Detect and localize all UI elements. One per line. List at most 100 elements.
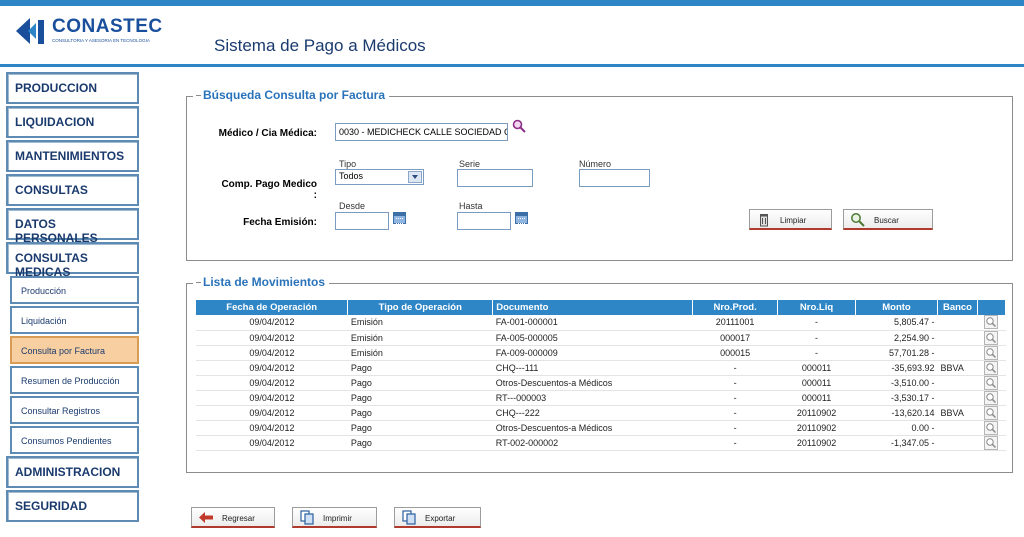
view-detail-icon[interactable] [984,390,999,405]
col-monto[interactable]: Monto [855,300,938,315]
medico-search-icon[interactable] [512,119,526,133]
numero-input[interactable] [579,169,650,187]
logo-text: CONASTEC [52,16,163,37]
view-detail-icon[interactable] [984,375,999,390]
cell-view [977,360,1006,376]
sidebar-item-produccion[interactable]: PRODUCCION [6,72,139,104]
hasta-calendar-icon[interactable] [515,212,528,224]
app-window: CONASTEC CONSULTORIA Y ASESORIA EN TECNO… [0,0,1024,537]
trash-icon [760,214,768,227]
cell-documento: FA-001-000001 [492,315,693,331]
cell-documento: CHQ---111 [492,360,693,376]
table-row[interactable]: 09/04/2012 Emisión FA-009-000009 000015-57,… [196,345,1006,361]
col-nro-prod[interactable]: Nro.Prod. [692,300,779,315]
cell-tipo: Pago [347,390,493,406]
cell-nro-liq: 20110902 [777,420,856,436]
col-fecha-operacion[interactable]: Fecha de Operación [196,300,349,315]
regresar-button[interactable]: Regresar [191,507,275,528]
view-detail-icon[interactable] [984,315,999,330]
exportar-button[interactable]: Exportar [394,507,481,528]
table-row[interactable]: 09/04/2012 Pago CHQ---222-20110902 -13,620.… [196,405,1006,421]
imprimir-label: Imprimir [323,514,352,523]
sidebar-item-consultas-medicas[interactable]: CONSULTAS MEDICAS [6,242,139,279]
sidebar-subitem-liquidacion[interactable]: Liquidación [10,306,139,334]
sidebar-subitem-consulta-por-factura[interactable]: Consulta por Factura [10,336,139,364]
cell-documento: CHQ---222 [492,405,693,421]
cell-nro-prod: 000015 [692,345,778,361]
sidebar-item-seguridad[interactable]: SEGURIDAD [6,490,139,522]
sidebar-subitem-consumos-pendientes[interactable]: Consumos Pendientes [10,426,139,454]
sidebar-item-mantenimientos[interactable]: MANTENIMIENTOS [6,140,139,172]
cell-tipo: Emisión [347,330,493,346]
logo-subtitle: CONSULTORIA Y ASESORIA EN TECNOLOGIA [52,38,150,43]
cell-documento: Otros-Descuentos-a Médicos [492,375,693,391]
cell-nro-prod: - [692,405,778,421]
cell-documento: FA-009-000009 [492,345,693,361]
desde-calendar-icon[interactable] [393,212,406,224]
sidebar-subitem-resumen-produccion[interactable]: Resumen de Producción [10,366,139,394]
table-row[interactable]: 09/04/2012 Pago Otros-Descuentos-a Médicos… [196,375,1006,391]
sidebar-item-consultas[interactable]: CONSULTAS [6,174,139,206]
cell-documento: RT---000003 [492,390,693,406]
table-row[interactable]: 09/04/2012 Pago RT-002-000002-20110902 -1,3… [196,435,1006,451]
hasta-input[interactable] [457,212,511,230]
sidebar-subitem-produccion[interactable]: Producción [10,276,139,304]
col-tipo-operacion[interactable]: Tipo de Operación [347,300,494,315]
tipo-select[interactable]: Todos [335,169,424,185]
cell-monto: 5,805.47 - [855,315,938,331]
table-row[interactable]: 09/04/2012 Emisión FA-001-000001 20111001-5… [196,315,1006,331]
desde-input[interactable] [335,212,389,230]
desde-label: Desde [339,201,366,211]
cell-monto: -3,510.00 - [855,375,938,391]
col-banco[interactable]: Banco [937,300,978,315]
col-documento[interactable]: Documento [492,300,694,315]
view-detail-icon[interactable] [984,330,999,345]
sidebar-subitem-consultar-registros[interactable]: Consultar Registros [10,396,139,424]
cell-view [977,330,1006,346]
sidebar-submenu: Producción Liquidación Consulta por Fact… [6,276,139,454]
col-view [977,300,1007,315]
limpiar-button[interactable]: Limpiar [749,209,832,230]
table-row[interactable]: 09/04/2012 Pago Otros-Descuentos-a Médicos… [196,420,1006,436]
regresar-label: Regresar [222,514,255,523]
cell-tipo: Pago [347,405,493,421]
sidebar-item-liquidacion[interactable]: LIQUIDACION [6,106,139,138]
sidebar-item-administracion[interactable]: ADMINISTRACION [6,456,139,488]
medico-field[interactable]: 0030 - MEDICHECK CALLE SOCIEDAD CIV [335,123,508,141]
tipo-label: Tipo [339,159,357,169]
table-row[interactable]: 09/04/2012 Emisión FA-005-000005 000017-2,2… [196,330,1006,346]
view-detail-icon[interactable] [984,420,999,435]
buscar-label: Buscar [874,216,899,225]
serie-input[interactable] [457,169,533,187]
cell-nro-liq: - [777,345,856,361]
cell-nro-prod: - [692,375,778,391]
cell-tipo: Pago [347,420,493,436]
sidebar-item-datos-personales[interactable]: DATOS PERSONALES [6,208,139,245]
table-row[interactable]: 09/04/2012 Pago CHQ---111-000011 -35,693.92… [196,360,1006,376]
cell-monto: -13,620.14 [855,405,938,421]
cell-view [977,435,1006,451]
view-detail-icon[interactable] [984,345,999,360]
cell-monto: -3,530.17 - [855,390,938,406]
table-row[interactable]: 09/04/2012 Pago RT---000003-000011 -3,530.1… [196,390,1006,406]
table-header-row: Fecha de Operación Tipo de Operación Doc… [196,300,1007,315]
cell-fecha: 09/04/2012 [196,375,348,391]
view-detail-icon[interactable] [984,435,999,450]
conastec-logo: CONASTEC CONSULTORIA Y ASESORIA EN TECNO… [14,14,164,50]
movimientos-panel-legend: Lista de Movimientos [193,275,330,289]
cell-nro-prod: - [692,360,778,376]
buscar-button[interactable]: Buscar [843,209,933,230]
view-detail-icon[interactable] [984,360,999,375]
view-detail-icon[interactable] [984,405,999,420]
cell-nro-prod: 20111001 [692,315,778,331]
cell-monto: -1,347.05 - [855,435,938,451]
cell-fecha: 09/04/2012 [196,405,348,421]
cell-banco [937,435,978,451]
col-nro-liq[interactable]: Nro.Liq [777,300,857,315]
imprimir-button[interactable]: Imprimir [292,507,377,528]
chevron-down-icon [408,171,422,183]
comp-pago-label: Comp. Pago Medico : [221,179,317,201]
cell-nro-prod: - [692,420,778,436]
cell-nro-prod: - [692,390,778,406]
cell-monto: 2,254.90 - [855,330,938,346]
